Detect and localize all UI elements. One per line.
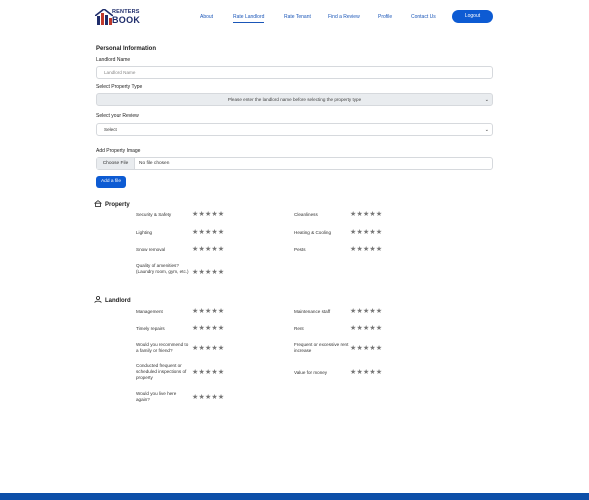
- logout-button[interactable]: Logout: [452, 10, 493, 23]
- landlord-section-title: Landlord: [105, 298, 131, 304]
- property-type-value: Please enter the landlord name before se…: [227, 97, 362, 102]
- nav-rate-landlord[interactable]: Rate Landlord: [233, 14, 265, 23]
- no-file-text: No file chosen: [139, 161, 170, 166]
- star-rating[interactable]: ★★★★★: [350, 210, 382, 218]
- star-rating[interactable]: ★★★★★: [192, 228, 224, 236]
- star-rating[interactable]: ★★★★★: [192, 393, 224, 401]
- add-file-button[interactable]: Add a file: [96, 176, 126, 188]
- property-section-title: Property: [105, 202, 130, 208]
- nav-rate-tenant[interactable]: Rate Tenant: [284, 14, 311, 20]
- choose-file-button[interactable]: Choose File: [97, 158, 135, 169]
- rating-label: Pests: [294, 247, 306, 252]
- property-section-heading: Property: [94, 200, 130, 208]
- nav-contact-us[interactable]: Contact Us: [411, 14, 436, 20]
- rating-label: Rent: [294, 326, 304, 331]
- nav-find-a-review[interactable]: Find a Review: [328, 14, 360, 20]
- rating-label: Heating & Cooling: [294, 230, 332, 235]
- footer-bar: [0, 493, 589, 500]
- rating-label: Value for money: [294, 370, 328, 375]
- rating-label: Lighting: [136, 230, 153, 235]
- star-rating[interactable]: ★★★★★: [350, 307, 382, 315]
- landlord-name-label: Landlord Name: [96, 57, 131, 63]
- user-icon: [94, 296, 102, 303]
- rating-label: Security & Safety: [136, 212, 172, 217]
- star-rating[interactable]: ★★★★★: [192, 245, 224, 253]
- logo-buildings-icon: [95, 9, 113, 25]
- rating-label: Cleanliness: [294, 212, 318, 217]
- star-rating[interactable]: ★★★★★: [350, 245, 382, 253]
- review-select-value: Select: [104, 127, 117, 132]
- personal-information-title: Personal Information: [96, 46, 157, 52]
- home-icon: [94, 200, 102, 207]
- chevron-down-icon: ⌄: [484, 127, 489, 133]
- rating-label: Timely repairs: [136, 326, 165, 331]
- star-rating[interactable]: ★★★★★: [192, 307, 224, 315]
- star-rating[interactable]: ★★★★★: [350, 324, 382, 332]
- star-rating[interactable]: ★★★★★: [350, 228, 382, 236]
- nav-profile[interactable]: Profile: [378, 14, 392, 20]
- renters-book-logo[interactable]: RENTERS BOOK: [95, 7, 140, 27]
- property-image-file-input[interactable]: Choose File No file chosen: [96, 157, 493, 170]
- site-header: RENTERS BOOK About Rate Landlord Rate Te…: [0, 0, 589, 34]
- property-image-label: Add Property Image: [96, 148, 141, 154]
- star-rating[interactable]: ★★★★★: [192, 344, 224, 352]
- landlord-name-placeholder: Landlord Name: [104, 70, 136, 75]
- rating-label: Would you live here again?: [136, 391, 177, 402]
- review-label: Select your Review: [96, 113, 139, 119]
- rating-label: Would you recommend to a family or frien…: [136, 342, 189, 353]
- star-rating[interactable]: ★★★★★: [192, 324, 224, 332]
- star-rating[interactable]: ★★★★★: [192, 268, 224, 276]
- property-type-label: Select Property Type: [96, 84, 143, 90]
- star-rating[interactable]: ★★★★★: [192, 368, 224, 376]
- property-type-select[interactable]: Please enter the landlord name before se…: [96, 93, 493, 106]
- star-rating[interactable]: ★★★★★: [350, 344, 382, 352]
- rating-label: Conducted frequent or scheduled inspecti…: [136, 363, 187, 380]
- review-select[interactable]: Select ⌄: [96, 123, 493, 136]
- logo-text-bottom: BOOK: [112, 15, 141, 25]
- chevron-down-icon: ⌄: [484, 97, 489, 103]
- landlord-section-heading: Landlord: [94, 296, 131, 304]
- rating-label: Frequent or excessive rent increase: [294, 342, 349, 353]
- rating-label: Management: [136, 309, 163, 314]
- landlord-name-input[interactable]: Landlord Name: [96, 66, 493, 79]
- rating-label: Maintenance staff: [294, 309, 331, 314]
- star-rating[interactable]: ★★★★★: [350, 368, 382, 376]
- rating-label: Snow removal: [136, 247, 166, 252]
- nav-about[interactable]: About: [200, 14, 213, 20]
- rating-label: Quality of amenities? (Laundry room, gym…: [136, 263, 189, 274]
- star-rating[interactable]: ★★★★★: [192, 210, 224, 218]
